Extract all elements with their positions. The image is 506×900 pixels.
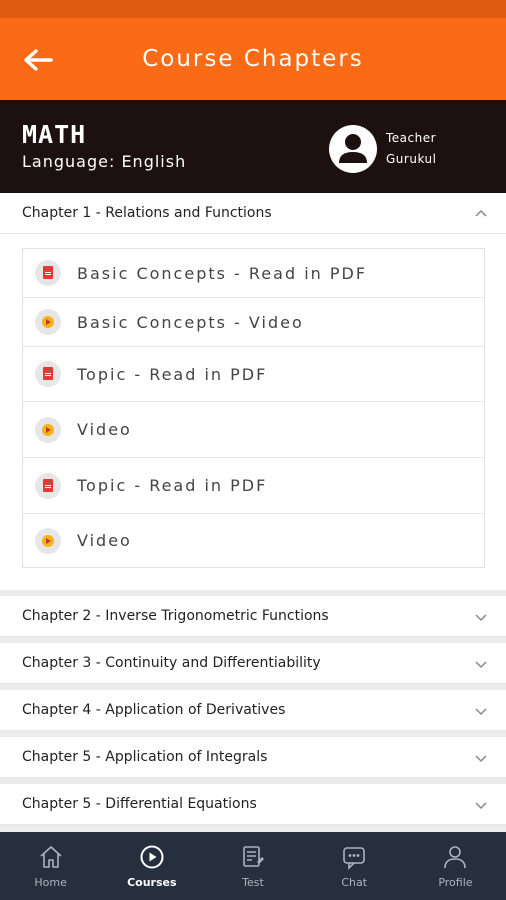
lesson-label: Video xyxy=(77,531,132,550)
test-icon xyxy=(243,846,264,867)
list-item[interactable]: Video xyxy=(23,402,484,458)
chapter-title: Chapter 5 - Differential Equations xyxy=(22,796,257,812)
chevron-down-icon xyxy=(475,614,487,622)
list-item[interactable]: Topic - Read in PDF xyxy=(23,347,484,402)
pdf-icon xyxy=(35,472,61,499)
lesson-label: Basic Concepts - Read in PDF xyxy=(77,263,368,283)
status-bar xyxy=(0,0,506,18)
chevron-down-icon xyxy=(475,661,487,669)
nav-label: Test xyxy=(242,876,264,889)
user-icon xyxy=(339,134,367,163)
arrow-left-icon xyxy=(24,49,53,71)
chat-icon xyxy=(343,847,366,870)
bottom-nav: Home Courses Test Chat Profile xyxy=(0,832,506,900)
chevron-down-icon xyxy=(475,802,487,810)
avatar xyxy=(329,125,377,173)
nav-label: Profile xyxy=(438,876,473,889)
teacher-info: Teacher Gurukul xyxy=(386,128,436,170)
play-circle-icon xyxy=(140,845,164,869)
chapter-header[interactable]: Chapter 2 - Inverse Trigonometric Functi… xyxy=(0,596,506,637)
lesson-list: Basic Concepts - Read in PDF Basic Conce… xyxy=(22,248,485,568)
chapter-title: Chapter 1 - Relations and Functions xyxy=(22,205,272,221)
teacher-label: Teacher xyxy=(386,131,437,145)
chapter-title: Chapter 4 - Application of Derivatives xyxy=(22,702,286,718)
chapter-title: Chapter 5 - Application of Integrals xyxy=(22,749,268,765)
page-title: Course Chapters xyxy=(142,46,364,72)
list-item[interactable]: Topic - Read in PDF xyxy=(23,458,484,514)
chevron-down-icon xyxy=(475,708,487,716)
chapter-header[interactable]: Chapter 4 - Application of Derivatives xyxy=(0,690,506,731)
nav-label: Chat xyxy=(341,876,368,889)
lesson-label: Basic Concepts - Video xyxy=(77,312,304,332)
play-icon xyxy=(35,527,61,554)
course-subject: MATH xyxy=(22,120,87,149)
chevron-down-icon xyxy=(475,755,487,763)
chapter-header[interactable]: Chapter 3 - Continuity and Differentiabi… xyxy=(0,643,506,684)
nav-chat[interactable]: Chat xyxy=(304,832,405,900)
chapter-header[interactable]: Chapter 1 - Relations and Functions xyxy=(0,193,506,234)
chapter-list: Chapter 1 - Relations and Functions Basi… xyxy=(0,193,506,825)
chapter-header[interactable]: Chapter 5 - Differential Equations xyxy=(0,784,506,825)
play-icon xyxy=(35,416,61,443)
course-banner: MATH Language: English Teacher Gurukul xyxy=(0,100,506,193)
pdf-icon xyxy=(35,260,61,286)
profile-icon xyxy=(444,846,467,869)
list-item[interactable]: Basic Concepts - Read in PDF xyxy=(23,249,484,298)
course-language: Language: English xyxy=(22,152,187,171)
nav-home[interactable]: Home xyxy=(0,832,101,900)
list-item[interactable]: Video xyxy=(23,514,484,567)
teacher-name: Gurukul xyxy=(386,152,437,166)
pdf-icon xyxy=(35,361,61,387)
nav-courses[interactable]: Courses xyxy=(101,832,202,900)
home-icon xyxy=(40,846,62,868)
nav-profile[interactable]: Profile xyxy=(405,832,506,900)
app-bar: Course Chapters xyxy=(0,18,506,100)
play-icon xyxy=(35,309,61,335)
nav-label: Courses xyxy=(127,876,177,889)
chapter-title: Chapter 3 - Continuity and Differentiabi… xyxy=(22,655,321,671)
chapter-title: Chapter 2 - Inverse Trigonometric Functi… xyxy=(22,608,329,624)
lesson-label: Topic - Read in PDF xyxy=(77,364,268,384)
chapter-header[interactable]: Chapter 5 - Application of Integrals xyxy=(0,737,506,778)
list-item[interactable]: Basic Concepts - Video xyxy=(23,298,484,347)
chapter-panel-expanded: Chapter 1 - Relations and Functions Basi… xyxy=(0,193,506,590)
back-button[interactable] xyxy=(20,42,56,78)
lesson-label: Video xyxy=(77,420,132,439)
nav-test[interactable]: Test xyxy=(202,832,303,900)
nav-label: Home xyxy=(34,876,67,889)
chevron-up-icon xyxy=(475,209,487,217)
lesson-label: Topic - Read in PDF xyxy=(77,476,268,495)
